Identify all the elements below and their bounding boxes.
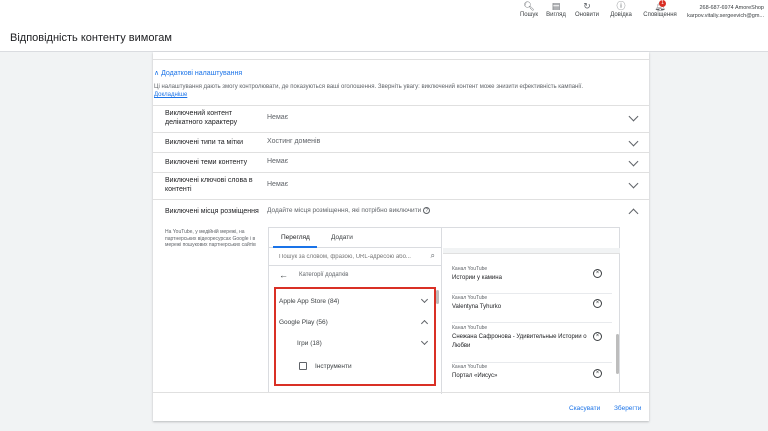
chevron-up-icon: ∧	[154, 70, 160, 77]
advanced-settings-description: Ці налаштування дають змогу контролювати…	[154, 84, 584, 98]
back-arrow-icon[interactable]: ←	[279, 270, 288, 280]
view-tool-button[interactable]: ▤ Вигляд	[539, 1, 573, 18]
selected-placement: Канал YouTube Портал «Иисус» ×	[452, 364, 612, 390]
left-scrollbar[interactable]	[436, 290, 439, 304]
remove-icon[interactable]: ×	[593, 369, 602, 378]
excluded-placements-subtitle: На YouTube, у медійній мережі, на партне…	[165, 229, 256, 248]
refresh-tool-button[interactable]: ↻ Оновити	[570, 1, 604, 18]
card-footer: Скасувати Зберегти	[153, 392, 649, 421]
search-input[interactable]	[279, 251, 425, 263]
setting-row-sensitive-content[interactable]: Виключений контент делікатного характеру…	[153, 105, 649, 132]
selected-list-header	[443, 248, 620, 254]
notification-badge: 1	[659, 0, 666, 7]
help-icon[interactable]: ?	[423, 207, 431, 214]
picker-tabs: Перегляд Додати	[269, 228, 441, 248]
collapsed-row-top	[153, 52, 649, 60]
account-email: karpov.vitaliy.sergeevich@gm...	[687, 13, 764, 19]
refresh-icon: ↻	[583, 1, 591, 11]
panel-divider	[441, 228, 442, 394]
help-tool-button[interactable]: ⓘ Довідка	[604, 1, 638, 18]
chevron-up-icon[interactable]	[628, 208, 639, 219]
help-icon: ⓘ	[616, 1, 626, 11]
save-button[interactable]: Зберегти	[614, 405, 641, 412]
chevron-down-icon[interactable]	[628, 178, 639, 189]
setting-row-keywords[interactable]: Виключені ключові слова в контенті Немає	[153, 172, 649, 199]
setting-row-content-themes[interactable]: Виключені теми контенту Немає	[153, 152, 649, 172]
selected-placement: Канал YouTube Снежана Сафронова - Удивит…	[452, 325, 612, 363]
excluded-placements-hint: Додайте місця розміщення, які потрібно в…	[267, 207, 431, 214]
page-title: Відповідність контенту вимогам	[10, 32, 172, 44]
picker-search: ⌕	[269, 248, 441, 266]
learn-more-link[interactable]: Докладніше	[154, 92, 187, 98]
highlight-annotation	[274, 287, 436, 386]
top-toolbar: 🔍︎ Пошук ▤ Вигляд ↻ Оновити ⓘ Довідка 🔔︎…	[0, 0, 768, 24]
page-header: Відповідність контенту вимогам	[0, 24, 768, 52]
remove-icon[interactable]: ×	[593, 299, 602, 308]
excluded-placements-label: Виключені місця розміщення	[165, 208, 259, 215]
selected-placement: Канал YouTube Истории у камина ×	[452, 266, 612, 294]
view-icon: ▤	[551, 1, 561, 11]
chevron-down-icon[interactable]	[628, 111, 639, 122]
search-icon: ⌕	[430, 251, 435, 260]
selected-placement: Канал YouTube Valentyna Tyhurko ×	[452, 295, 612, 323]
setting-row-types-labels[interactable]: Виключені типи та мітки Хостинг доменів	[153, 132, 649, 152]
chevron-down-icon[interactable]	[628, 136, 639, 147]
notifications-tool-button[interactable]: 🔔︎ 1 Сповіщення	[640, 0, 680, 18]
remove-icon[interactable]: ×	[593, 269, 602, 278]
account-switcher[interactable]: 268-687-6974 AmoreShop karpov.vitaliy.se…	[687, 4, 764, 20]
account-id: 268-687-6974 AmoreShop	[699, 5, 764, 11]
chevron-down-icon[interactable]	[628, 156, 639, 167]
tab-browse[interactable]: Перегляд	[281, 234, 310, 241]
cancel-button[interactable]: Скасувати	[569, 405, 600, 412]
advanced-settings-toggle[interactable]: ∧ Додаткові налаштування	[154, 69, 242, 77]
right-scrollbar[interactable]	[616, 334, 619, 374]
category-breadcrumb: ← Категорії додатків	[279, 270, 349, 280]
tab-add[interactable]: Додати	[331, 234, 353, 241]
remove-icon[interactable]: ×	[593, 332, 602, 341]
